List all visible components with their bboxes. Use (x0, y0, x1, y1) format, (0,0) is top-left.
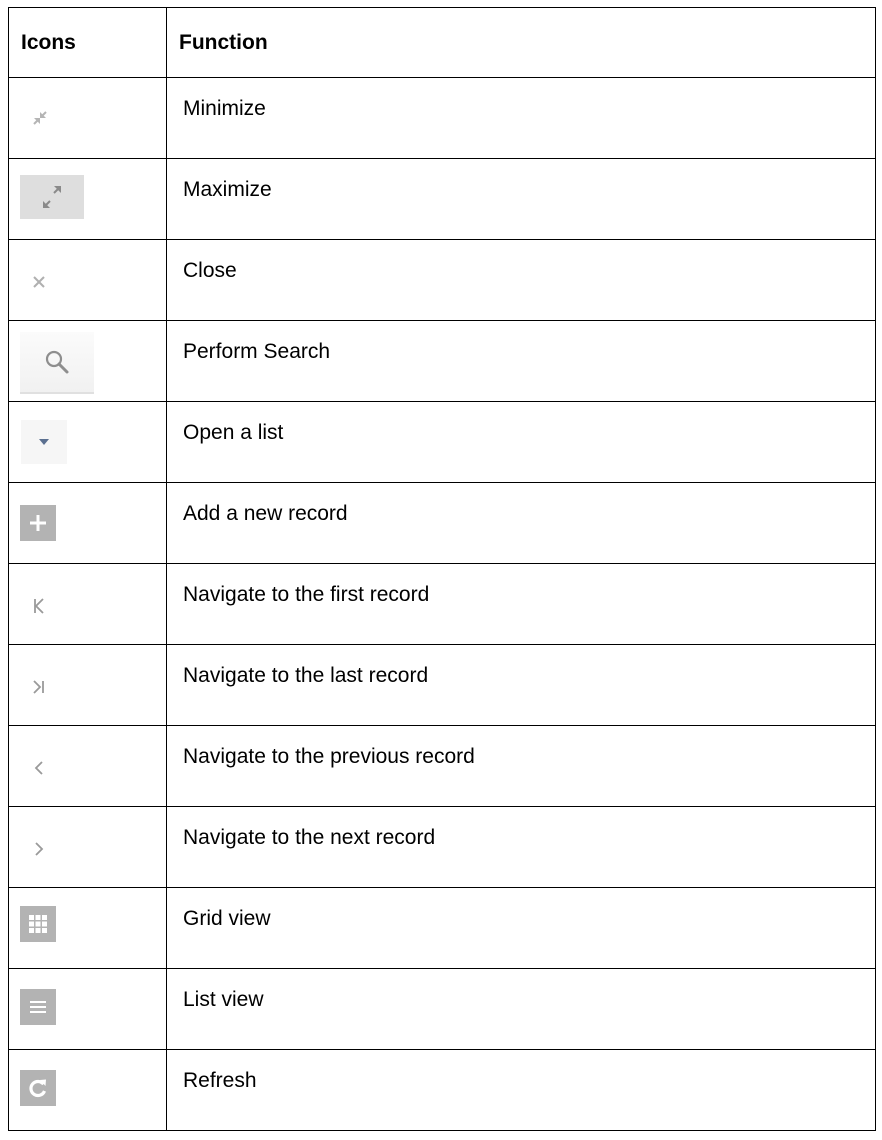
table-row: List view (8, 968, 876, 1050)
grid-view-icon (20, 906, 56, 942)
previous-icon (21, 748, 57, 788)
function-label: Grid view (166, 887, 876, 969)
function-label: Navigate to the previous record (166, 725, 876, 807)
list-view-icon (20, 989, 56, 1025)
function-label: Refresh (166, 1049, 876, 1131)
table-row: Navigate to the first record (8, 563, 876, 645)
function-label: List view (166, 968, 876, 1050)
table-row: Close (8, 239, 876, 321)
table-row: Navigate to the previous record (8, 725, 876, 807)
table-row: Perform Search (8, 320, 876, 402)
refresh-icon (20, 1070, 56, 1106)
table-row: Maximize (8, 158, 876, 240)
table-row: Add a new record (8, 482, 876, 564)
header-icons: Icons (8, 7, 167, 78)
function-label: Navigate to the next record (166, 806, 876, 888)
next-icon (21, 829, 57, 869)
last-record-icon (21, 667, 57, 707)
table-row: Refresh (8, 1049, 876, 1131)
function-label: Navigate to the last record (166, 644, 876, 726)
maximize-icon (20, 175, 84, 219)
function-label: Add a new record (166, 482, 876, 564)
table-row: Navigate to the next record (8, 806, 876, 888)
close-icon (21, 262, 57, 302)
plus-icon (20, 505, 56, 541)
search-icon (20, 332, 94, 394)
function-label: Maximize (166, 158, 876, 240)
table-header-row: Icons Function (8, 7, 876, 78)
function-label: Open a list (166, 401, 876, 483)
function-label: Close (166, 239, 876, 321)
table-row: Grid view (8, 887, 876, 969)
table-row: Navigate to the last record (8, 644, 876, 726)
header-function: Function (166, 7, 876, 78)
dropdown-arrow-icon (21, 420, 67, 464)
function-label: Navigate to the first record (166, 563, 876, 645)
icons-function-table: Icons Function Minimize Maximize Close P… (8, 7, 876, 1131)
table-row: Open a list (8, 401, 876, 483)
function-label: Minimize (166, 77, 876, 159)
table-row: Minimize (8, 77, 876, 159)
function-label: Perform Search (166, 320, 876, 402)
minimize-icon (22, 98, 58, 138)
first-record-icon (21, 586, 57, 626)
